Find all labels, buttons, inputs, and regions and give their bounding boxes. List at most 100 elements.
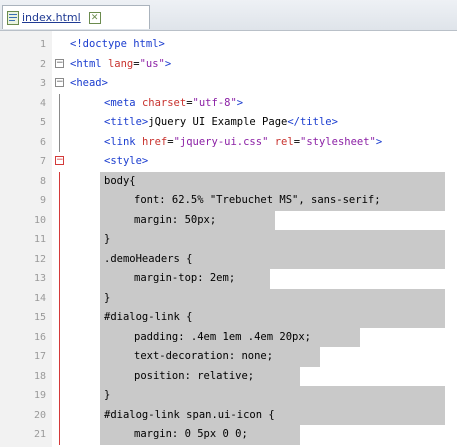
code-line[interactable]: 15 #dialog-link { <box>0 308 457 328</box>
line-number: 13 <box>33 273 46 284</box>
code-text: <style> <box>104 152 148 172</box>
code-text: <link href="jquery-ui.css" rel="styleshe… <box>104 133 382 153</box>
code-line[interactable]: 13 margin-top: 2em; <box>0 269 457 289</box>
code-token: jQuery UI Example Page <box>148 116 288 128</box>
code-token: > <box>158 38 165 50</box>
fold-guide-line <box>59 308 60 328</box>
code-line[interactable]: 14} <box>0 288 457 308</box>
code-editor[interactable]: 1 <!doctype html> 2− <html lang="us"> 3− <hea… <box>0 31 457 447</box>
line-number: 10 <box>33 214 46 226</box>
code-text: padding: .4em 1em .4em 20px; <box>134 328 311 348</box>
close-icon[interactable]: ✕ <box>88 11 101 24</box>
code-line[interactable]: 19} <box>0 386 457 406</box>
code-line[interactable]: 9 font: 62.5% "Trebuchet MS", sans-serif; <box>0 191 457 211</box>
line-number: 11 <box>33 234 46 245</box>
code-token: font: 62.5% "Trebuchet MS", sans-serif; <box>134 194 381 206</box>
code-line[interactable]: 18 position: relative; <box>0 366 457 386</box>
fold-guide-line <box>59 210 60 230</box>
code-line[interactable]: 16 padding: .4em 1em .4em 20px; <box>0 327 457 348</box>
line-number: 18 <box>33 370 46 382</box>
code-line[interactable]: 7− <style> <box>0 152 457 172</box>
line-number: 9 <box>39 195 46 206</box>
code-text: } <box>104 230 110 250</box>
code-line[interactable]: 8 body{ <box>0 171 457 191</box>
code-line[interactable]: 12 .demoHeaders { <box>0 249 457 270</box>
tab-index-html[interactable]: index.html ✕ <box>2 5 150 29</box>
code-line[interactable]: 21 margin: 0 5px 0 0; <box>0 425 457 445</box>
line-number: 17 <box>33 351 46 362</box>
line-number: 21 <box>33 429 46 440</box>
selection-highlight <box>100 171 445 191</box>
line-number: 8 <box>39 175 46 187</box>
code-token: </title> <box>287 116 338 128</box>
selection-highlight <box>100 288 445 308</box>
tab-label: index.html <box>22 11 81 24</box>
code-token: <meta <box>104 96 142 109</box>
code-token: margin: 50px; <box>134 213 217 226</box>
code-line[interactable]: 11} <box>0 230 457 250</box>
fold-guide-line <box>59 230 60 250</box>
selection-highlight <box>100 386 445 406</box>
code-token: > <box>236 96 244 109</box>
code-text: font: 62.5% "Trebuchet MS", sans-serif; <box>134 191 381 211</box>
code-token: href <box>141 135 168 148</box>
code-line[interactable]: 5 <title>jQuery UI Example Page</title> <box>0 113 457 133</box>
code-text: <html lang="us"> <box>70 55 171 75</box>
code-line[interactable]: 1 <!doctype html> <box>0 35 457 55</box>
code-token: body{ <box>104 174 136 187</box>
fold-guide-line <box>59 113 60 133</box>
line-number: 16 <box>33 331 46 343</box>
line-number: 4 <box>39 97 46 109</box>
line-number: 5 <box>39 117 46 128</box>
code-line[interactable]: 3− <head> <box>0 74 457 94</box>
code-token: lang <box>107 57 134 70</box>
line-number: 1 <box>39 39 46 50</box>
fold-guide-line <box>59 191 60 211</box>
code-token: doctype html <box>82 38 159 50</box>
code-token: <title> <box>104 116 149 128</box>
code-token: } <box>104 389 111 401</box>
fold-toggle-icon[interactable]: − <box>55 58 64 68</box>
code-line[interactable]: 20 #dialog-link span.ui-icon { <box>0 405 457 426</box>
fold-guide-line <box>59 425 60 445</box>
code-text: #dialog-link span.ui-icon { <box>104 406 275 426</box>
code-token: <html <box>70 57 108 70</box>
line-number: 14 <box>33 292 46 304</box>
fold-toggle-icon[interactable]: − <box>55 156 64 165</box>
fold-guide-line <box>59 327 60 347</box>
code-token: <head> <box>70 77 108 89</box>
line-number: 7 <box>39 156 46 167</box>
code-token: margin: 0 5px 0 0; <box>134 428 248 440</box>
code-token: charset <box>141 96 187 109</box>
code-token: position: relative; <box>134 369 255 382</box>
code-token: "us" <box>139 57 165 70</box>
code-text: .demoHeaders { <box>104 250 193 270</box>
code-token: <link <box>104 135 142 148</box>
fold-guide-line <box>59 171 60 191</box>
fold-guide-line <box>59 269 60 289</box>
code-token: .demoHeaders { <box>104 252 193 265</box>
code-text: <head> <box>70 74 108 94</box>
code-token: } <box>104 291 111 304</box>
code-token: "stylesheet" <box>300 135 376 148</box>
line-number: 15 <box>33 312 46 323</box>
code-line[interactable]: 2− <html lang="us"> <box>0 55 457 75</box>
fold-guide-line <box>59 249 60 269</box>
code-line[interactable]: 6 <link href="jquery-ui.css" rel="stylesh… <box>0 132 457 153</box>
code-token: "utf-8" <box>192 96 237 109</box>
code-token: padding: .4em 1em .4em 20px; <box>134 330 312 343</box>
code-text: text-decoration: none; <box>134 347 273 367</box>
fold-guide-line <box>59 93 60 113</box>
code-token: text-decoration: none; <box>134 350 274 362</box>
fold-toggle-icon[interactable]: − <box>55 78 64 87</box>
code-token: > <box>164 57 172 70</box>
code-token: > <box>375 135 383 148</box>
code-line[interactable]: 17 text-decoration: none; <box>0 347 457 367</box>
code-line[interactable]: 10 margin: 50px; <box>0 210 457 230</box>
tab-bar: index.html ✕ <box>0 0 457 31</box>
code-token: "jquery-ui.css" <box>173 135 269 148</box>
fold-guide-line <box>59 366 60 386</box>
code-text: <!doctype html> <box>70 35 165 55</box>
code-text: <meta charset="utf-8"> <box>104 94 243 114</box>
code-line[interactable]: 4 <meta charset="utf-8"> <box>0 93 457 114</box>
